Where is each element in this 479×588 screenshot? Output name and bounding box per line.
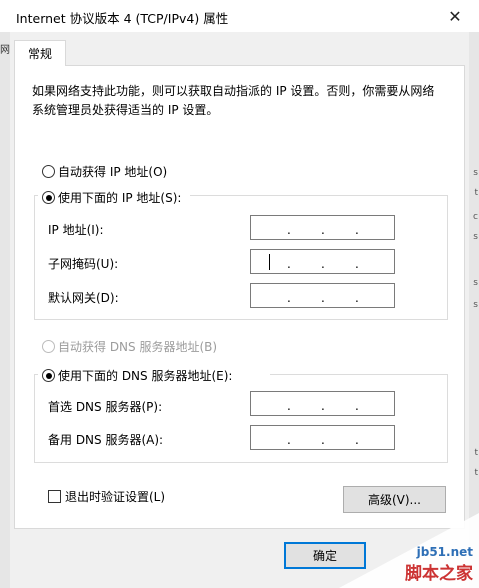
manual-dns-radio[interactable]: 使用下面的 DNS 服务器地址(E): bbox=[42, 367, 232, 384]
close-icon[interactable]: ✕ bbox=[435, 0, 475, 32]
auto-ip-label: 自动获得 IP 地址(O) bbox=[58, 165, 168, 179]
radio-circle bbox=[42, 191, 55, 204]
ip-dot: . bbox=[321, 291, 325, 305]
auto-dns-radio[interactable]: 自动获得 DNS 服务器地址(B) bbox=[42, 338, 217, 355]
description-text: 如果网络支持此功能，则可以获取自动指派的 IP 设置。否则，你需要从网络系统管理… bbox=[32, 84, 435, 117]
ip-dot: . bbox=[321, 433, 325, 447]
ok-button-label: 确定 bbox=[312, 549, 337, 563]
auto-ip-radio[interactable]: 自动获得 IP 地址(O) bbox=[42, 163, 167, 180]
alternate-dns-input[interactable]: . . . bbox=[250, 425, 395, 450]
ip-address-input[interactable]: . . . bbox=[250, 215, 395, 240]
background-text: 网 bbox=[0, 45, 10, 56]
default-gateway-label: 默认网关(D): bbox=[48, 291, 119, 305]
background-mark: c bbox=[473, 212, 478, 222]
checkbox-box bbox=[48, 490, 61, 503]
tab-general[interactable]: 常规 bbox=[14, 40, 66, 66]
ip-address-label: IP 地址(I): bbox=[48, 223, 104, 237]
subnet-mask-input[interactable]: . . . bbox=[250, 249, 395, 274]
validate-on-exit-checkbox[interactable]: 退出时验证设置(L) bbox=[48, 488, 165, 505]
background-mark: s bbox=[473, 278, 478, 288]
ip-dot: . bbox=[287, 257, 291, 271]
background-window-left bbox=[0, 32, 10, 588]
auto-dns-label: 自动获得 DNS 服务器地址(B) bbox=[58, 340, 218, 354]
ip-dot: . bbox=[287, 291, 291, 305]
manual-ip-label: 使用下面的 IP 地址(S): bbox=[58, 191, 182, 205]
alternate-dns-label: 备用 DNS 服务器(A): bbox=[48, 433, 164, 447]
background-mark: t bbox=[474, 468, 478, 478]
title-bar: Internet 协议版本 4 (TCP/IPv4) 属性 ✕ bbox=[0, 0, 479, 32]
advanced-button-label: 高级(V)... bbox=[367, 493, 422, 507]
window-title: Internet 协议版本 4 (TCP/IPv4) 属性 bbox=[16, 11, 229, 26]
background-mark: s bbox=[473, 232, 478, 242]
background-mark: s bbox=[473, 168, 478, 178]
ip-dot: . bbox=[321, 399, 325, 413]
subnet-mask-label: 子网掩码(U): bbox=[48, 257, 119, 271]
background-mark: s bbox=[473, 300, 478, 310]
preferred-dns-input[interactable]: . . . bbox=[250, 391, 395, 416]
advanced-button[interactable]: 高级(V)... bbox=[343, 486, 446, 513]
background-mark: t bbox=[474, 448, 478, 458]
ip-dot: . bbox=[287, 223, 291, 237]
ip-dot: . bbox=[321, 223, 325, 237]
ip-dot: . bbox=[355, 399, 359, 413]
default-gateway-input[interactable]: . . . bbox=[250, 283, 395, 308]
watermark: jb51.net 脚本之家 bbox=[405, 545, 473, 584]
ip-dot: . bbox=[321, 257, 325, 271]
radio-circle bbox=[42, 369, 55, 382]
background-window-right bbox=[469, 32, 479, 588]
ip-dot: . bbox=[355, 291, 359, 305]
background-mark: t bbox=[474, 188, 478, 198]
watermark-url: jb51.net bbox=[416, 545, 473, 559]
radio-circle bbox=[42, 340, 55, 353]
radio-circle bbox=[42, 165, 55, 178]
ip-dot: . bbox=[287, 399, 291, 413]
ip-dot: . bbox=[355, 257, 359, 271]
ip-dot: . bbox=[287, 433, 291, 447]
tab-general-label: 常规 bbox=[27, 47, 52, 61]
manual-dns-label: 使用下面的 DNS 服务器地址(E): bbox=[58, 369, 233, 383]
watermark-name: 脚本之家 bbox=[405, 564, 473, 584]
preferred-dns-label: 首选 DNS 服务器(P): bbox=[48, 400, 163, 414]
manual-ip-radio[interactable]: 使用下面的 IP 地址(S): bbox=[42, 189, 181, 206]
text-caret bbox=[269, 254, 270, 270]
ip-dot: . bbox=[355, 433, 359, 447]
validate-on-exit-label: 退出时验证设置(L) bbox=[65, 490, 166, 504]
ip-dot: . bbox=[355, 223, 359, 237]
